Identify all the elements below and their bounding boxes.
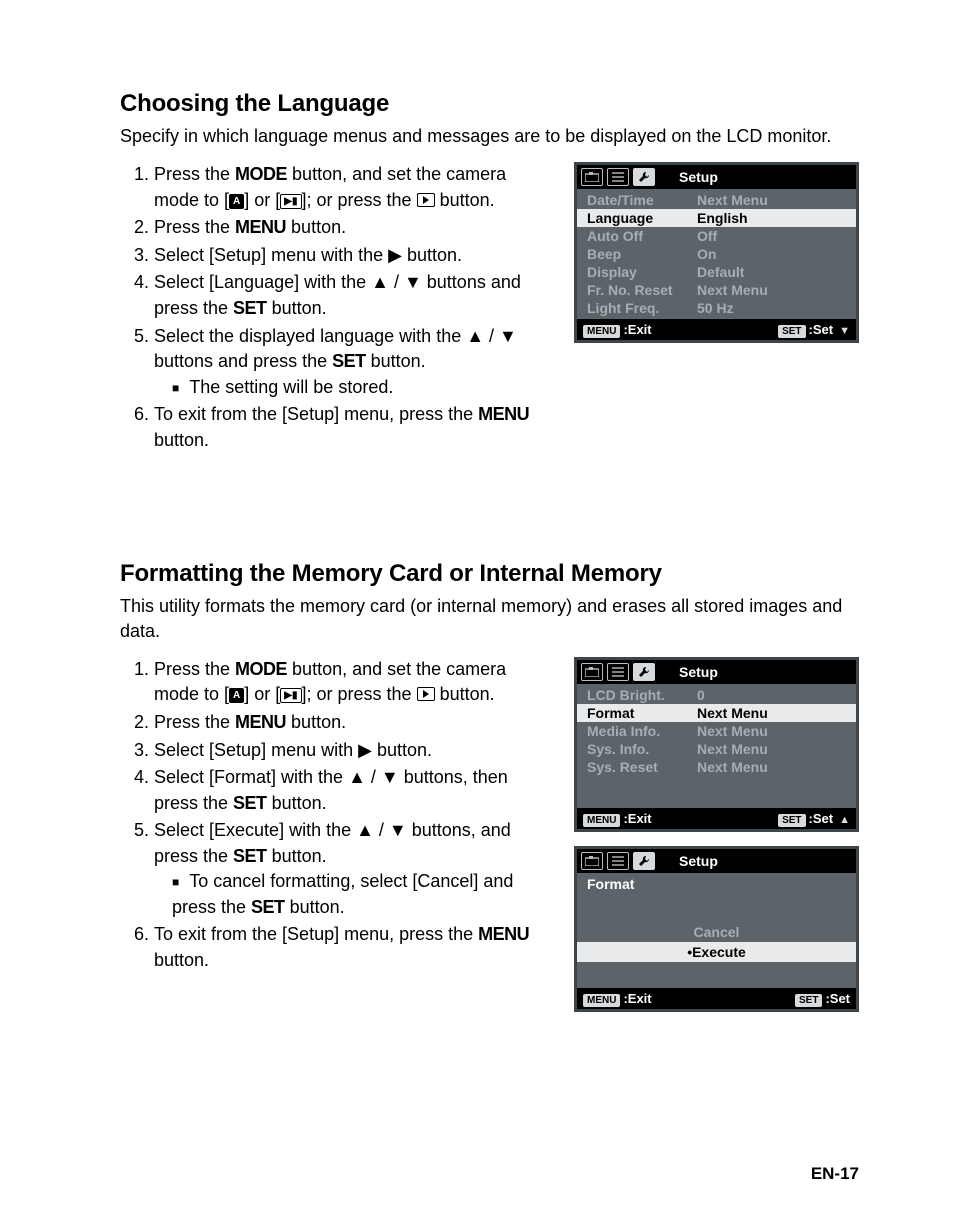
- osd-row-value: Next Menu: [697, 759, 768, 775]
- camera-tab-icon: [581, 168, 603, 186]
- osd-foot-exit: MENU:Exit: [583, 810, 652, 827]
- osd-row-label: Media Info.: [587, 723, 697, 739]
- osd-setup-language: Setup Date/TimeNext MenuLanguageEnglishA…: [574, 162, 859, 343]
- osd-row-value: English: [697, 210, 748, 226]
- osd-row-label: Sys. Info.: [587, 741, 697, 757]
- osd-format-subtitle: Format: [577, 873, 856, 904]
- list-tab-icon: [607, 168, 629, 186]
- set-label: SET: [233, 298, 267, 318]
- menu-label: MENU: [235, 217, 286, 237]
- set-label: SET: [332, 351, 366, 371]
- step-6: To exit from the [Setup] menu, press the…: [154, 402, 554, 453]
- list-tab-icon: [607, 852, 629, 870]
- osd-cancel: Cancel: [577, 922, 856, 942]
- step-4: Select [Language] with the ▲ / ▼ buttons…: [154, 270, 554, 321]
- step-3: Select [Setup] menu with the ▶ button.: [154, 243, 554, 269]
- osd-row-label: Date/Time: [587, 192, 697, 208]
- camera-tab-icon: [581, 663, 603, 681]
- osd-row: LanguageEnglish: [577, 209, 856, 227]
- step-1: Press the MODE button, and set the camer…: [154, 657, 554, 708]
- play-button-icon: [417, 193, 435, 207]
- steps-language: Press the MODE button, and set the camer…: [120, 162, 554, 453]
- heading-language: Choosing the Language: [120, 90, 859, 118]
- osd-foot-set: SET:Set▲: [778, 810, 850, 827]
- step-2: Press the MENU button.: [154, 215, 554, 241]
- osd-row: BeepOn: [577, 245, 856, 263]
- osd-setup-format-list: Setup LCD Bright.0FormatNext MenuMedia I…: [574, 657, 859, 832]
- osd-row-value: Next Menu: [697, 705, 768, 721]
- step-5-sub: To cancel formatting, select [Cancel] an…: [172, 869, 554, 920]
- intro-language: Specify in which language menus and mess…: [120, 124, 859, 148]
- auto-mode-icon: A: [229, 194, 244, 209]
- step-5: Select [Execute] with the ▲ / ▼ buttons,…: [154, 818, 554, 920]
- auto-mode-icon: A: [229, 688, 244, 703]
- osd-row-label: Auto Off: [587, 228, 697, 244]
- step-5-sub: The setting will be stored.: [172, 375, 554, 401]
- setup-tab-icon: [633, 663, 655, 681]
- osd-row-label: Beep: [587, 246, 697, 262]
- osd-row-label: Fr. No. Reset: [587, 282, 697, 298]
- mode-label: MODE: [235, 164, 287, 184]
- steps-format: Press the MODE button, and set the camer…: [120, 657, 554, 974]
- step-2: Press the MENU button.: [154, 710, 554, 736]
- intro-format: This utility formats the memory card (or…: [120, 594, 859, 643]
- osd-foot-set: SET:Set▼: [778, 321, 850, 338]
- step-6: To exit from the [Setup] menu, press the…: [154, 922, 554, 973]
- osd-setup-format-confirm: Setup Format Cancel •Execute MENU:Exit S…: [574, 846, 859, 1012]
- osd-row-value: Off: [697, 228, 717, 244]
- osd-title: Setup: [679, 169, 718, 185]
- list-tab-icon: [607, 663, 629, 681]
- osd-row: Sys. Info.Next Menu: [577, 740, 856, 758]
- osd-title: Setup: [679, 664, 718, 680]
- step-5: Select the displayed language with the ▲…: [154, 324, 554, 401]
- video-mode-icon: ▶▮: [280, 194, 301, 209]
- osd-row: Media Info.Next Menu: [577, 722, 856, 740]
- up-arrow-icon: ▲: [839, 814, 850, 826]
- step-1: Press the MODE button, and set the camer…: [154, 162, 554, 213]
- osd-row-label: Light Freq.: [587, 300, 697, 316]
- osd-row: DisplayDefault: [577, 263, 856, 281]
- page-number: EN-17: [811, 1164, 859, 1184]
- step-4: Select [Format] with the ▲ / ▼ buttons, …: [154, 765, 554, 816]
- osd-foot-set: SET:Set: [795, 990, 850, 1007]
- osd-row-value: Next Menu: [697, 192, 768, 208]
- osd-row-label: Language: [587, 210, 697, 226]
- osd-row-label: Format: [587, 705, 697, 721]
- osd-row-value: Default: [697, 264, 744, 280]
- osd-row: Light Freq.50 Hz: [577, 299, 856, 317]
- osd-execute: •Execute: [577, 942, 856, 962]
- osd-row: Date/TimeNext Menu: [577, 191, 856, 209]
- osd-row-value: On: [697, 246, 716, 262]
- osd-row: Auto OffOff: [577, 227, 856, 245]
- setup-tab-icon: [633, 852, 655, 870]
- osd-row-value: 0: [697, 687, 705, 703]
- heading-format: Formatting the Memory Card or Internal M…: [120, 560, 859, 588]
- osd-foot-exit: MENU:Exit: [583, 990, 652, 1007]
- osd-row-label: Sys. Reset: [587, 759, 697, 775]
- osd-row-label: LCD Bright.: [587, 687, 697, 703]
- osd-foot-exit: MENU:Exit: [583, 321, 652, 338]
- setup-tab-icon: [633, 168, 655, 186]
- camera-tab-icon: [581, 852, 603, 870]
- osd-row-value: Next Menu: [697, 741, 768, 757]
- play-button-icon: [417, 687, 435, 701]
- osd-row-value: 50 Hz: [697, 300, 734, 316]
- osd-row: LCD Bright.0: [577, 686, 856, 704]
- osd-row: FormatNext Menu: [577, 704, 856, 722]
- osd-row: Fr. No. ResetNext Menu: [577, 281, 856, 299]
- osd-row-value: Next Menu: [697, 723, 768, 739]
- osd-row-value: Next Menu: [697, 282, 768, 298]
- video-mode-icon: ▶▮: [280, 688, 301, 703]
- osd-row: Sys. ResetNext Menu: [577, 758, 856, 776]
- menu-label: MENU: [478, 404, 529, 424]
- osd-row-label: Display: [587, 264, 697, 280]
- step-3: Select [Setup] menu with ▶ button.: [154, 738, 554, 764]
- down-arrow-icon: ▼: [839, 325, 850, 337]
- osd-title: Setup: [679, 853, 718, 869]
